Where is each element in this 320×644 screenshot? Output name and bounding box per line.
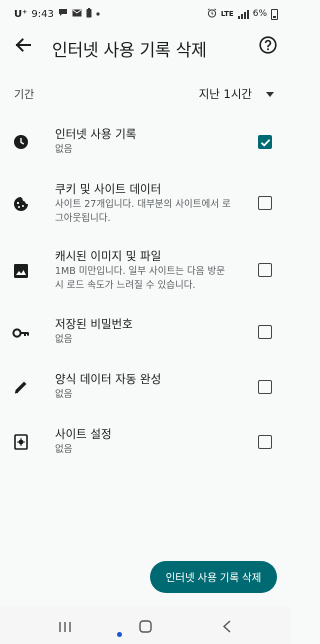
option-subtitle: 없음 <box>55 389 73 400</box>
battery-percent: 6% <box>252 9 267 19</box>
option-browsing-history[interactable]: 인터넷 사용 기록 없음 <box>0 126 290 162</box>
option-title: 캐시된 이미지 및 파일 <box>55 249 162 263</box>
time-range-label: 기간 <box>14 88 35 101</box>
status-left: U⁺ 9:43 <box>14 7 100 21</box>
option-subtitle: 없음 <box>55 144 73 155</box>
battery-icon <box>271 8 278 20</box>
option-subtitle: 1MB 미만입니다. 일부 사이트는 다음 방문 시 로드 속도가 느려질 수 … <box>55 266 225 291</box>
option-title: 저장된 비밀번호 <box>55 317 133 331</box>
checkbox-checked[interactable] <box>258 135 272 149</box>
clear-data-button[interactable]: 인터넷 사용 기록 삭제 <box>150 561 277 593</box>
checkbox-unchecked[interactable] <box>258 380 272 394</box>
status-right: LTE 6% <box>207 7 278 21</box>
nav-indicator-dot <box>117 632 122 637</box>
site-settings-icon <box>12 433 30 451</box>
clock-icon <box>12 133 30 151</box>
lte-icon: LTE <box>220 10 234 18</box>
page-title: 인터넷 사용 기록 삭제 <box>52 41 207 61</box>
cookie-icon <box>12 195 30 213</box>
option-title: 쿠키 및 사이트 데이터 <box>55 182 162 196</box>
option-subtitle: 없음 <box>55 334 73 345</box>
option-title: 양식 데이터 자동 완성 <box>55 372 162 386</box>
status-time: 9:43 <box>31 8 54 20</box>
option-cached-images[interactable]: 캐시된 이미지 및 파일 1MB 미만입니다. 일부 사이트는 다음 방문 시 … <box>0 248 290 294</box>
recent-apps-icon[interactable] <box>58 618 72 637</box>
time-range-dropdown[interactable]: 지난 1시간 <box>199 86 274 102</box>
option-title: 인터넷 사용 기록 <box>55 127 137 141</box>
arrow-back-icon <box>14 36 32 58</box>
checkbox-unchecked[interactable] <box>258 325 272 339</box>
system-nav-bar <box>0 606 290 644</box>
carrier-label: U⁺ <box>14 8 28 20</box>
back-button[interactable] <box>10 34 36 60</box>
option-saved-passwords[interactable]: 저장된 비밀번호 없음 <box>0 316 290 352</box>
option-title: 사이트 설정 <box>55 427 112 441</box>
option-cookies[interactable]: 쿠키 및 사이트 데이터 사이트 27개입니다. 대부분의 사이트에서 로그아웃… <box>0 181 290 227</box>
signal-icon <box>237 9 249 19</box>
status-bar: U⁺ 9:43 LTE 6% <box>0 0 290 28</box>
checkbox-unchecked[interactable] <box>258 435 272 449</box>
checkbox-unchecked[interactable] <box>258 263 272 277</box>
dropdown-caret-icon <box>266 91 274 97</box>
time-range-value: 지난 1시간 <box>198 87 252 101</box>
nav-back-icon[interactable] <box>222 618 232 637</box>
help-button[interactable] <box>256 35 280 59</box>
dot-icon <box>96 9 100 19</box>
option-subtitle: 사이트 27개입니다. 대부분의 사이트에서 로그아웃됩니다. <box>55 199 231 224</box>
option-autofill-data[interactable]: 양식 데이터 자동 완성 없음 <box>0 371 290 407</box>
time-range-row: 기간 지난 1시간 <box>0 80 290 108</box>
pencil-icon <box>12 378 30 396</box>
checkbox-unchecked[interactable] <box>258 196 272 210</box>
help-circle-icon <box>259 36 277 58</box>
mail-icon <box>72 9 82 20</box>
option-site-settings[interactable]: 사이트 설정 없음 <box>0 426 290 462</box>
key-icon <box>12 324 30 342</box>
alarm-icon <box>207 7 217 21</box>
option-subtitle: 없음 <box>55 444 73 455</box>
home-icon[interactable] <box>139 618 152 637</box>
chat-icon <box>58 8 68 20</box>
battery-saver-icon <box>86 7 92 21</box>
image-icon <box>12 262 30 280</box>
app-bar: 인터넷 사용 기록 삭제 <box>0 28 290 66</box>
